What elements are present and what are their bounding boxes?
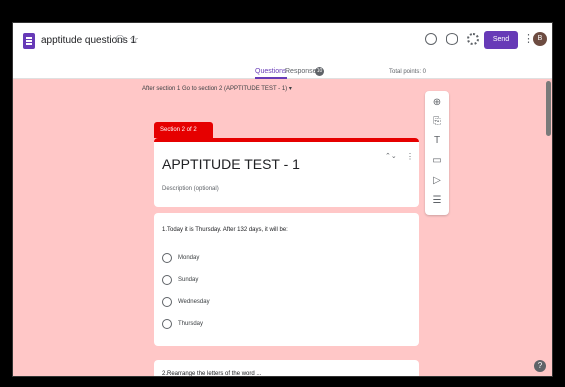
- import-icon[interactable]: ⎘: [431, 116, 443, 128]
- radio-icon: [162, 275, 172, 285]
- section-header-card[interactable]: APPTITUDE TEST - 1 Description (optional…: [154, 138, 419, 207]
- preview-eye-icon[interactable]: [446, 33, 458, 45]
- question-card[interactable]: 2.Rearrange the letters of the word ...: [154, 360, 419, 377]
- question-text: 1.Today it is Thursday. After 132 days, …: [162, 227, 288, 233]
- after-section-navigation[interactable]: After section 1 Go to section 2 (APPTITU…: [142, 85, 292, 92]
- tab-questions[interactable]: Questions: [255, 68, 287, 79]
- palette-icon[interactable]: [425, 33, 437, 45]
- add-question-icon[interactable]: ⊕: [431, 97, 443, 109]
- responses-count-badge: 10: [315, 67, 324, 76]
- star-icon[interactable]: ☆: [129, 33, 139, 46]
- radio-icon: [162, 297, 172, 307]
- option-row[interactable]: Wednesday: [162, 297, 210, 307]
- move-to-folder-icon[interactable]: ⚇: [115, 33, 125, 46]
- floating-toolbar: ⊕ ⎘ T ▭ ▷ ☰: [425, 91, 449, 215]
- option-row[interactable]: Thursday: [162, 319, 203, 329]
- option-label: Wednesday: [178, 299, 210, 305]
- section-label: Section 2 of 2: [154, 122, 213, 138]
- title-icon[interactable]: T: [431, 135, 443, 147]
- question-card[interactable]: 1.Today it is Thursday. After 132 days, …: [154, 213, 419, 346]
- option-row[interactable]: Monday: [162, 253, 199, 263]
- tab-bar: Questions Responses 10 Total points: 0: [13, 65, 552, 79]
- settings-gear-icon[interactable]: [467, 33, 479, 45]
- option-label: Thursday: [178, 321, 204, 327]
- radio-icon: [162, 253, 172, 263]
- send-button[interactable]: Send: [484, 31, 518, 49]
- section-more-icon[interactable]: ⋮: [406, 152, 414, 161]
- option-label: Monday: [178, 255, 200, 261]
- app-window: apptitude questions 1 ⚇ ☆ Send ⋮ B Quest…: [12, 22, 553, 377]
- help-icon[interactable]: ?: [534, 360, 546, 372]
- top-header: apptitude questions 1 ⚇ ☆ Send ⋮ B: [13, 23, 552, 65]
- add-section-icon[interactable]: ☰: [431, 195, 443, 207]
- section-title[interactable]: APPTITUDE TEST - 1: [162, 156, 300, 172]
- video-icon[interactable]: ▷: [431, 175, 443, 187]
- collapse-icon[interactable]: ⌃⌄: [385, 152, 397, 160]
- total-points: Total points: 0: [389, 69, 427, 75]
- radio-icon: [162, 319, 172, 329]
- option-label: Sunday: [178, 277, 199, 283]
- section-description-field[interactable]: Description (optional): [162, 186, 219, 192]
- option-row[interactable]: Sunday: [162, 275, 198, 285]
- question-text: 2.Rearrange the letters of the word ...: [162, 371, 262, 377]
- scrollbar[interactable]: [546, 81, 551, 136]
- forms-logo-icon[interactable]: [23, 33, 35, 49]
- avatar[interactable]: B: [533, 32, 547, 46]
- image-icon[interactable]: ▭: [431, 155, 443, 167]
